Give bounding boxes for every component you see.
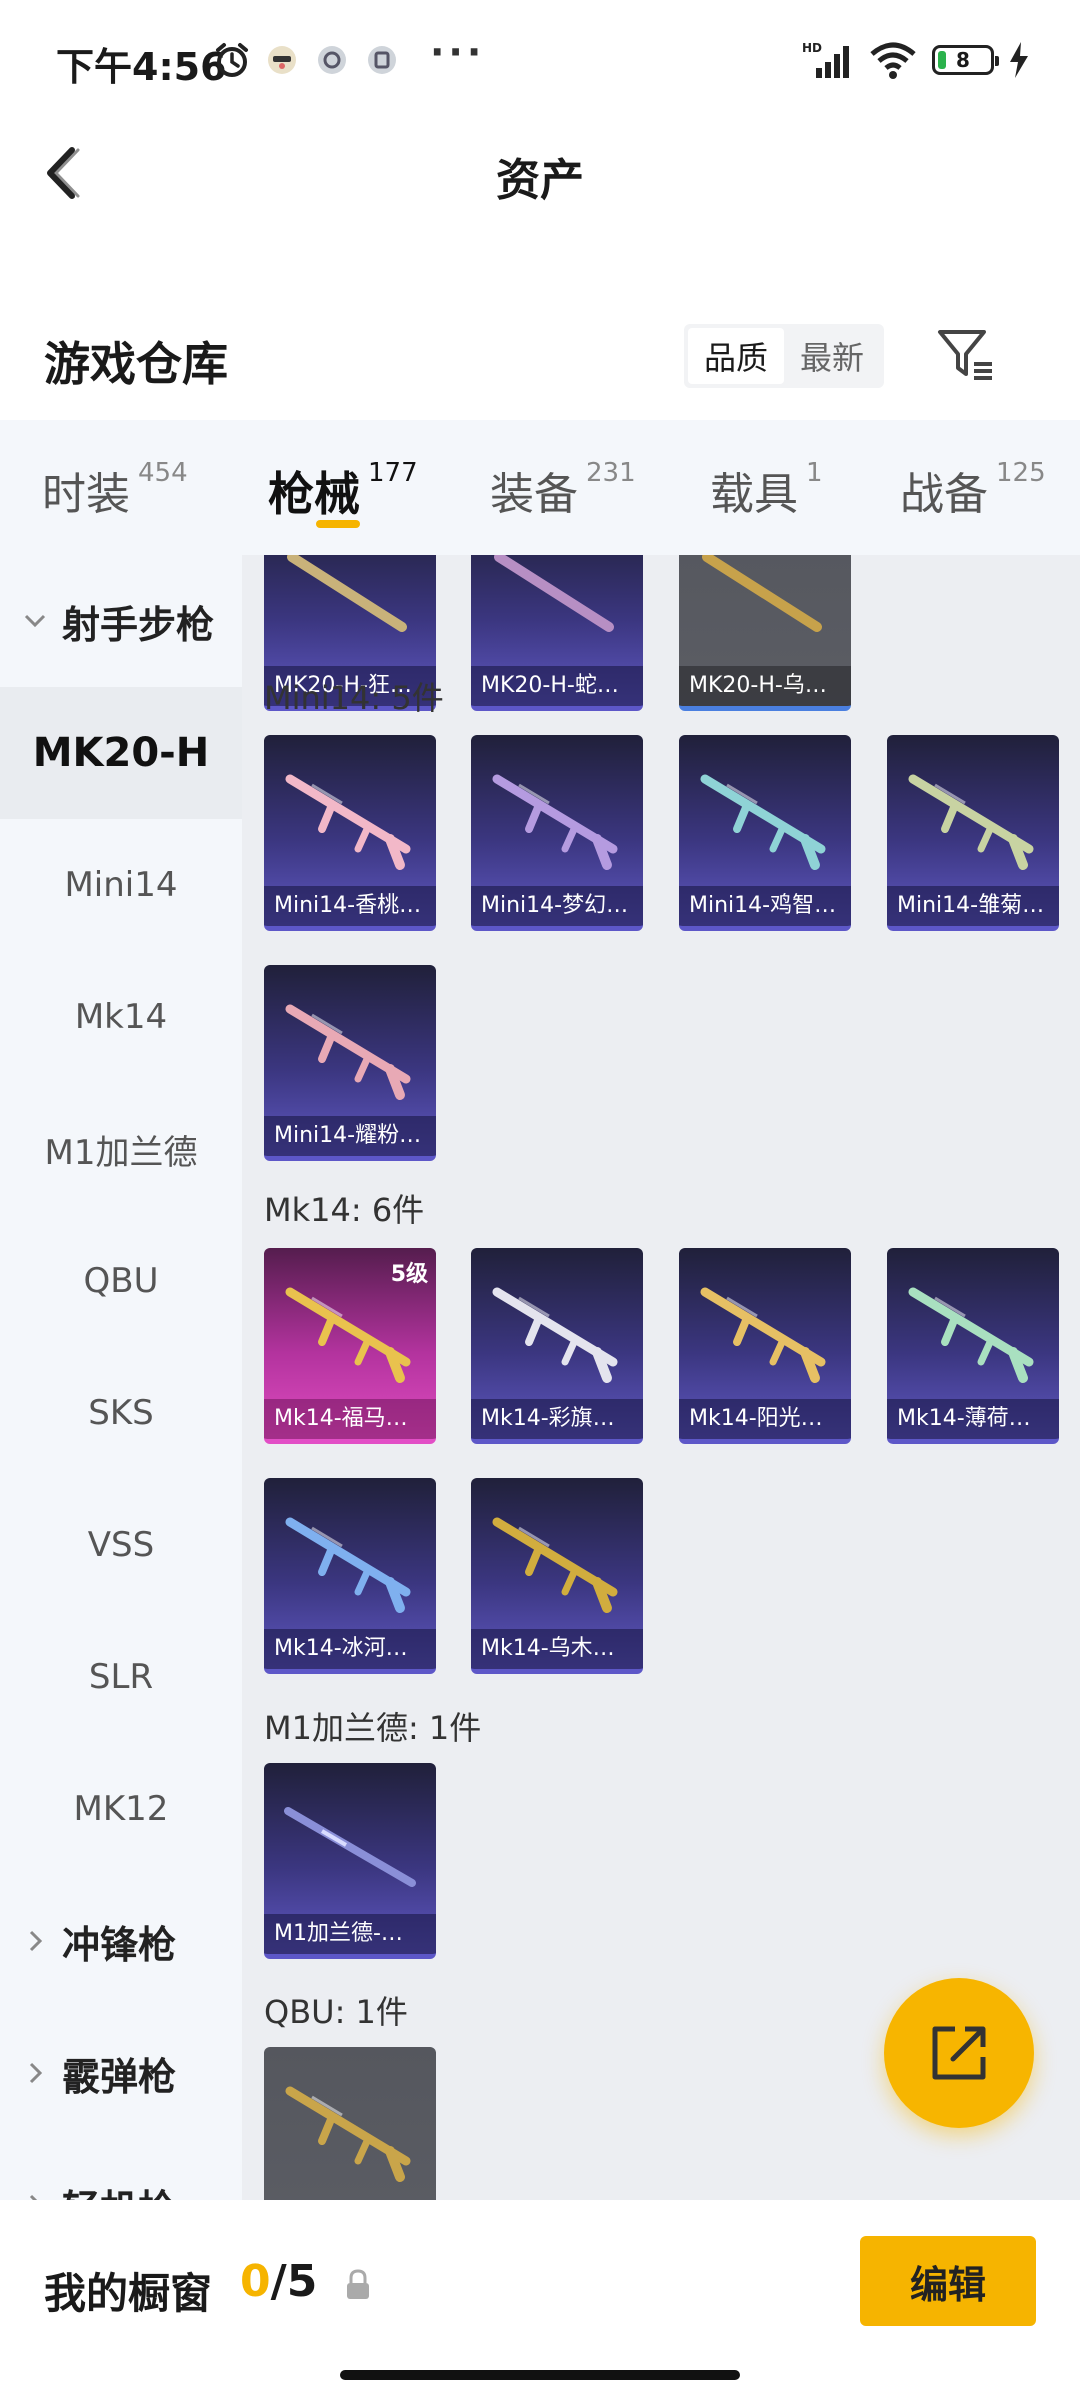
share-button[interactable] xyxy=(884,1978,1034,2128)
section-title-mini14: Mini14: 5件 xyxy=(264,679,444,717)
rifle-icon xyxy=(908,1287,1034,1383)
rifle-icon xyxy=(285,774,411,870)
showcase-label: 我的橱窗 xyxy=(44,2269,213,2318)
lock-icon xyxy=(347,2269,369,2299)
sidebar-group-lmg[interactable]: 轻机枪 xyxy=(0,2139,242,2200)
sidebar-group-shotgun[interactable]: 霰弹枪 xyxy=(0,2007,242,2139)
weapon-card[interactable]: Mk14-薄荷… xyxy=(887,1248,1059,1444)
app-header: 资产 xyxy=(0,120,1080,220)
tab-equipment[interactable]: 装备 231 xyxy=(490,458,636,522)
weapon-card[interactable]: Mk14-阳光… xyxy=(679,1248,851,1444)
section-title-m1-garand: M1加兰德: 1件 xyxy=(264,1709,482,1747)
sidebar-group-smg[interactable]: 冲锋枪 xyxy=(0,1875,242,2007)
weapon-card[interactable]: Mini14-雏菊… xyxy=(887,735,1059,931)
category-tabs: 时装 454 枪械 177 装备 231 载具 1 战备 125 xyxy=(0,420,1080,555)
status-time: 下午4:56 xyxy=(56,45,227,89)
sidebar-item-m1-garand[interactable]: M1加兰德 xyxy=(0,1083,242,1215)
weapon-card[interactable]: MK20-H-蛇… xyxy=(471,555,643,711)
rifle-icon xyxy=(700,1287,826,1383)
status-bar: 下午4:56 ··· HD 8 xyxy=(0,0,1080,120)
weapon-card[interactable]: Mk14-冰河… xyxy=(264,1478,436,1674)
weapon-card[interactable]: Mk14-乌木… xyxy=(471,1478,643,1674)
sidebar-group-marksman-rifles[interactable]: 射手步枪 xyxy=(0,555,242,687)
showcase-count: 0/5 xyxy=(240,2256,318,2307)
page-title: 资产 xyxy=(496,155,584,206)
warehouse-header: 游戏仓库 品质 最新 xyxy=(0,300,1080,410)
sort-by-newest[interactable]: 最新 xyxy=(784,328,880,384)
sidebar-item-mk20h[interactable]: MK20-H xyxy=(0,687,242,819)
app-notification-icon-3 xyxy=(368,46,396,74)
alarm-icon xyxy=(216,43,248,77)
weapon-card[interactable]: Mini14-鸡智… xyxy=(679,735,851,931)
rifle-icon xyxy=(285,2086,411,2182)
tab-firearms[interactable]: 枪械 177 xyxy=(268,458,418,524)
weapon-card[interactable]: 5级 Mk14-福马… xyxy=(264,1248,436,1444)
section-title-mk14: Mk14: 6件 xyxy=(264,1191,425,1229)
rifle-icon xyxy=(492,1517,618,1613)
weapon-sidebar: 射手步枪 MK20-H Mini14 Mk14 M1加兰德 QBU SKS VS… xyxy=(0,555,242,2200)
rifle-icon xyxy=(284,1807,416,1887)
rifle-icon xyxy=(492,774,618,870)
chevron-right-icon xyxy=(29,2194,38,2200)
chevron-right-icon xyxy=(29,1930,43,1952)
showcase-bar: 我的橱窗 0/5 编辑 xyxy=(0,2200,1080,2400)
sidebar-item-mk14[interactable]: Mk14 xyxy=(0,951,242,1083)
tab-fashion[interactable]: 时装 454 xyxy=(42,458,188,522)
sidebar-item-vss[interactable]: VSS xyxy=(0,1479,242,1611)
section-title-qbu: QBU: 1件 xyxy=(264,1993,408,2031)
rifle-icon xyxy=(702,555,822,632)
weapon-card[interactable] xyxy=(264,2047,436,2200)
weapon-card[interactable]: MK20-H-乌… xyxy=(679,555,851,711)
more-notifications: ··· xyxy=(430,30,486,74)
rifle-icon xyxy=(908,774,1034,870)
app-notification-icon-2 xyxy=(318,46,346,74)
tab-supplies[interactable]: 战备 125 xyxy=(900,458,1046,522)
sidebar-item-qbu[interactable]: QBU xyxy=(0,1215,242,1347)
rifle-icon xyxy=(285,1517,411,1613)
home-indicator xyxy=(340,2370,740,2380)
weapon-card[interactable]: Mk14-彩旗… xyxy=(471,1248,643,1444)
cellular-signal-icon: HD xyxy=(802,41,849,78)
weapon-grid: MK20-H-狂… MK20-H-蛇… MK20-H-乌… Mini14: 5件… xyxy=(242,555,1080,2200)
filter-icon[interactable] xyxy=(934,322,998,386)
sort-by-quality[interactable]: 品质 xyxy=(688,328,784,384)
sidebar-item-sks[interactable]: SKS xyxy=(0,1347,242,1479)
weapon-card[interactable]: Mini14-梦幻… xyxy=(471,735,643,931)
weapon-card[interactable]: Mini14-耀粉… xyxy=(264,965,436,1161)
wifi-icon xyxy=(870,42,916,79)
rifle-icon xyxy=(285,1287,411,1383)
rifle-icon xyxy=(494,555,614,632)
battery-icon: 8 xyxy=(932,45,999,75)
svg-text:HD: HD xyxy=(802,41,822,55)
active-tab-indicator xyxy=(316,520,360,528)
rifle-icon xyxy=(285,1004,411,1100)
weapon-card[interactable]: Mini14-香桃… xyxy=(264,735,436,931)
sidebar-item-slr[interactable]: SLR xyxy=(0,1611,242,1743)
tab-vehicles[interactable]: 载具 1 xyxy=(710,458,823,522)
rifle-icon xyxy=(492,1287,618,1383)
chevron-down-icon xyxy=(24,614,46,628)
sidebar-item-mk12[interactable]: MK12 xyxy=(0,1743,242,1875)
sort-toggle: 品质 最新 xyxy=(684,324,884,388)
edit-button[interactable]: 编辑 xyxy=(860,2236,1036,2326)
warehouse-title: 游戏仓库 xyxy=(44,337,228,391)
share-icon xyxy=(932,2026,986,2080)
rifle-icon xyxy=(700,774,826,870)
app-notification-icon xyxy=(268,46,296,74)
status-indicators: HD 8 xyxy=(802,40,1030,80)
sidebar-item-mini14[interactable]: Mini14 xyxy=(0,819,242,951)
charging-bolt-icon xyxy=(1010,42,1028,78)
weapon-card[interactable]: M1加兰德-… xyxy=(264,1763,436,1959)
chevron-right-icon xyxy=(29,2062,43,2084)
rifle-icon xyxy=(287,555,407,632)
